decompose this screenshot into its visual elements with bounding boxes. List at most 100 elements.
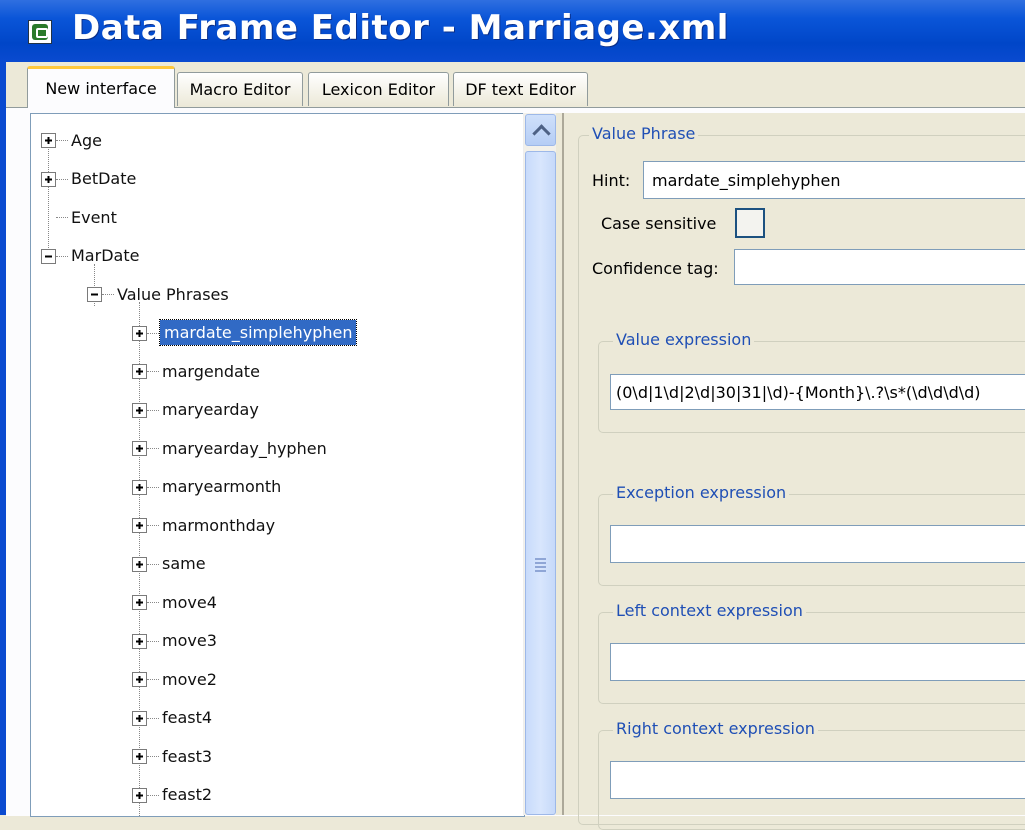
exception-expression-input[interactable] <box>610 525 1025 563</box>
right-context-input[interactable] <box>610 761 1025 799</box>
tree-vertical-scrollbar[interactable] <box>523 113 557 815</box>
expand-toggle-icon[interactable] <box>132 710 147 726</box>
expand-toggle-icon[interactable] <box>132 479 147 495</box>
confidence-tag-label: Confidence tag: <box>592 259 719 278</box>
expand-toggle-icon[interactable] <box>41 171 56 187</box>
split-pane-divider[interactable] <box>556 113 570 815</box>
expand-toggle-icon[interactable] <box>132 556 147 572</box>
tree-connector-line <box>147 448 159 449</box>
tree-node[interactable]: maryearmonth <box>160 475 283 499</box>
expand-toggle-icon[interactable] <box>132 749 147 764</box>
expand-toggle-icon[interactable] <box>132 787 147 803</box>
expand-toggle-icon[interactable] <box>132 402 147 418</box>
expand-toggle-icon[interactable] <box>132 633 147 649</box>
tree-node[interactable]: marmonthday <box>160 513 277 537</box>
tree-node[interactable]: move4 <box>160 590 219 614</box>
confidence-tag-input[interactable] <box>734 249 1025 285</box>
tree-connector-line <box>147 717 159 719</box>
tree-node[interactable]: feast3 <box>160 744 214 768</box>
tree-node-label: move4 <box>162 592 217 612</box>
expand-toggle-icon[interactable] <box>41 133 56 148</box>
tree-connector-line <box>56 140 68 141</box>
tree-node-label: margendate <box>162 361 260 381</box>
tree-node[interactable]: maryearday <box>160 398 261 422</box>
tree-node[interactable]: move2 <box>160 667 219 691</box>
tree-node[interactable]: BetDate <box>69 167 138 191</box>
expand-toggle-icon[interactable] <box>132 595 147 610</box>
value-expression-input[interactable]: (0\d|1\d|2\d|30|31|\d)-{Month}\.?\s*(\d\… <box>610 374 1025 410</box>
tree-node[interactable]: Age <box>69 128 104 152</box>
expand-toggle-icon[interactable] <box>132 441 147 456</box>
tree-connector-line <box>147 486 159 488</box>
scroll-grip-icon <box>535 558 546 560</box>
left-context-input[interactable] <box>610 643 1025 681</box>
java-app-icon[interactable] <box>28 20 52 44</box>
collapse-toggle-icon[interactable] <box>87 287 102 302</box>
tree-node[interactable]: same <box>160 552 208 576</box>
tree-node[interactable]: Event <box>69 205 119 229</box>
tab-label: Lexicon Editor <box>321 80 436 99</box>
tree-node[interactable]: feast4 <box>160 706 214 730</box>
tree-node-label: feast3 <box>162 746 213 766</box>
tree-connector-line <box>147 679 159 680</box>
tree-connector-line <box>147 563 159 565</box>
tab-macro-editor[interactable]: Macro Editor <box>177 72 303 106</box>
value-phrase-title: Value Phrase <box>589 124 699 143</box>
tab-df-text-editor[interactable]: DF text Editor <box>453 72 588 106</box>
exception-expression-title: Exception expression <box>613 483 790 502</box>
expand-toggle-icon[interactable] <box>132 364 147 379</box>
tree-node-label: feast2 <box>162 785 213 804</box>
scroll-up-button[interactable] <box>525 114 556 146</box>
tree-node-label: maryearmonth <box>162 477 282 496</box>
hint-label: Hint: <box>592 171 631 190</box>
tab-label: DF text Editor <box>465 80 576 99</box>
tree-connector-line <box>48 140 49 256</box>
expand-toggle-icon[interactable] <box>132 325 147 341</box>
tree-node-label: same <box>162 554 206 573</box>
tree-node[interactable]: maryearday_hyphen <box>160 436 329 460</box>
tree-node-label: Value Phrases <box>117 284 229 304</box>
scroll-thumb[interactable] <box>525 151 556 815</box>
tree-node-label: BetDate <box>71 169 137 188</box>
tree-node-label: Age <box>71 130 102 150</box>
tree-node[interactable]: feast2 <box>160 783 214 807</box>
tree-node[interactable]: MarDate <box>69 244 141 268</box>
tree-node[interactable]: move3 <box>160 629 219 653</box>
tree-connector-line <box>147 409 159 411</box>
tab-new-interface[interactable]: New interface <box>27 66 175 108</box>
collapse-toggle-icon[interactable] <box>41 248 56 264</box>
tree-node-label: Event <box>71 207 117 227</box>
tree-node[interactable]: Value Phrases <box>115 282 231 306</box>
case-sensitive-label: Case sensitive <box>601 214 717 233</box>
tree-node-label: move3 <box>162 631 217 650</box>
tree-node-label: feast4 <box>162 708 213 727</box>
title-bar[interactable]: Data Frame Editor - Marriage.xml <box>0 0 1025 64</box>
tree-connector-line <box>147 756 159 757</box>
tree-node-label: maryearday_hyphen <box>162 438 327 458</box>
hint-input[interactable]: mardate_simplehyphen <box>643 161 1025 199</box>
tree-node-label: marmonthday <box>162 515 276 535</box>
data-frame-tree[interactable]: Age BetDate Event MarDate Value Phrases marda… <box>30 113 525 817</box>
tab-strip: New interface Macro Editor Lexicon Edito… <box>6 62 1025 108</box>
tree-connector-line <box>147 640 159 642</box>
expand-toggle-icon[interactable] <box>132 672 147 687</box>
tree-connector-line <box>147 525 159 526</box>
value-phrase-panel: Value Phrase Hint: mardate_simplehyphen … <box>570 113 1025 830</box>
tree-connector-line <box>147 371 159 372</box>
value-expression-title: Value expression <box>613 330 755 349</box>
tree-node-label: MarDate <box>71 246 140 265</box>
tab-label: New interface <box>45 79 157 98</box>
tree-node[interactable]: margendate <box>160 359 262 383</box>
tree-node-label: move2 <box>162 669 217 689</box>
tree-connector-line <box>56 178 68 180</box>
tree-node[interactable]: mardate_simplehyphen <box>158 319 358 346</box>
case-sensitive-checkbox[interactable] <box>735 208 765 238</box>
tree-connector-line <box>56 255 68 257</box>
expand-toggle-icon[interactable] <box>132 518 147 533</box>
tree-node-label: mardate_simplehyphen <box>158 319 358 346</box>
left-context-title: Left context expression <box>613 601 806 620</box>
tab-lexicon-editor[interactable]: Lexicon Editor <box>308 72 449 106</box>
right-context-title: Right context expression <box>613 719 818 738</box>
tree-node-label: maryearday <box>162 400 259 419</box>
tree-connector-line <box>56 217 68 218</box>
